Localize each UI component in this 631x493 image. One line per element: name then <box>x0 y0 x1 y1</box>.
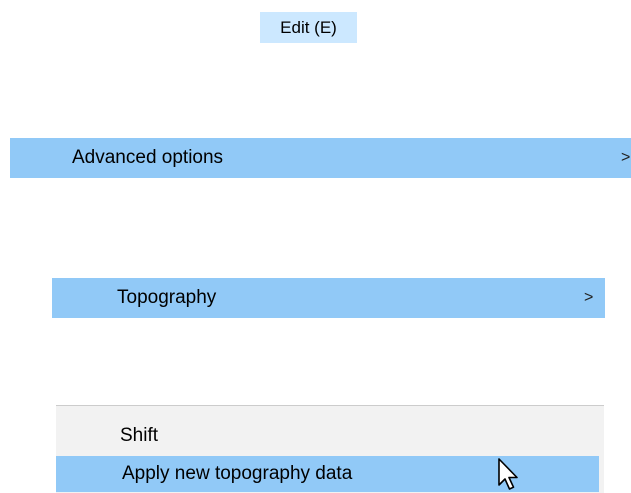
menu-item-shift[interactable]: Shift <box>56 418 599 454</box>
menu-item-topography[interactable]: Topography > <box>52 278 605 318</box>
menu-item-apply-new-topography-data-label: Apply new topography data <box>122 463 353 484</box>
menu-item-advanced-options[interactable]: Advanced options > <box>10 138 631 178</box>
edit-menu-header[interactable]: Edit (E) <box>260 12 357 43</box>
topography-submenu: Shift Apply new topography data <box>56 405 604 493</box>
edit-menu-label: Edit (E) <box>280 18 337 37</box>
chevron-right-icon: > <box>621 149 631 166</box>
chevron-right-icon: > <box>584 289 594 306</box>
menu-item-advanced-options-label: Advanced options <box>72 147 224 168</box>
menu-item-topography-label: Topography <box>117 287 217 308</box>
menu-item-shift-label: Shift <box>120 425 159 446</box>
mouse-pointer-icon <box>498 458 518 490</box>
